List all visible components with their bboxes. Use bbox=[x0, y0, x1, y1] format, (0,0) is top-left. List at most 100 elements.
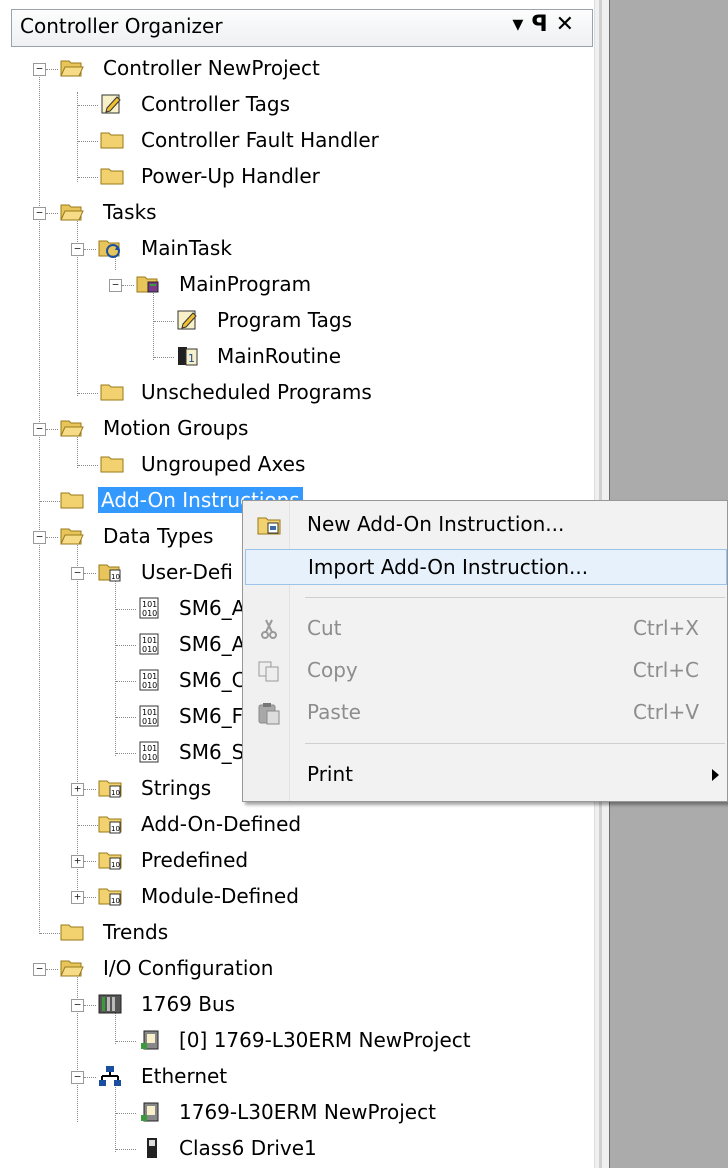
tree-item-strings[interactable]: Strings bbox=[138, 775, 214, 801]
folder-icon bbox=[100, 132, 124, 149]
folder-open-icon bbox=[60, 420, 84, 437]
tree-item-powerup-handler[interactable]: Power-Up Handler bbox=[138, 163, 323, 189]
datatype-folder-icon: 10 bbox=[98, 780, 122, 798]
paste-icon bbox=[258, 703, 280, 725]
program-icon bbox=[136, 276, 159, 293]
collapse-toggle[interactable]: − bbox=[33, 423, 46, 436]
scissors-icon bbox=[261, 619, 277, 639]
menu-item-print[interactable]: Print bbox=[245, 757, 727, 793]
svg-text:10: 10 bbox=[111, 897, 120, 905]
collapse-toggle[interactable]: − bbox=[33, 963, 46, 976]
folder-icon bbox=[100, 168, 124, 185]
menu-item-shortcut: Ctrl+V bbox=[632, 700, 699, 724]
tree-item-data-types[interactable]: Data Types bbox=[100, 523, 216, 549]
menu-item-shortcut: Ctrl+X bbox=[632, 616, 699, 640]
menu-separator bbox=[305, 743, 725, 744]
svg-text:010: 010 bbox=[142, 645, 157, 654]
routine-icon: 1 bbox=[178, 347, 198, 366]
datatype-icon: 101010 bbox=[139, 741, 159, 763]
tree-item-add-on-defined[interactable]: Add-On-Defined bbox=[138, 811, 304, 837]
collapse-toggle[interactable]: − bbox=[71, 999, 84, 1012]
collapse-toggle[interactable]: − bbox=[71, 1071, 84, 1084]
datatype-folder-icon: 10 bbox=[98, 852, 122, 870]
collapse-toggle[interactable]: − bbox=[33, 63, 46, 76]
tree-item-local-controller[interactable]: [0] 1769-L30ERM NewProject bbox=[176, 1027, 474, 1053]
new-aoi-icon bbox=[257, 517, 281, 535]
svg-text:010: 010 bbox=[142, 753, 157, 762]
tree-item-sm6[interactable]: SM6_A bbox=[176, 595, 248, 621]
menu-item-cut[interactable]: Cut Ctrl+X bbox=[245, 611, 727, 647]
tree-item-trends[interactable]: Trends bbox=[100, 919, 171, 945]
tree-item-class6-drive[interactable]: Class6 Drive1 bbox=[176, 1135, 320, 1161]
menu-item-paste[interactable]: Paste Ctrl+V bbox=[245, 695, 727, 731]
tree-item-controller-tags[interactable]: Controller Tags bbox=[138, 91, 293, 117]
chevron-down-icon[interactable]: ▾ bbox=[512, 12, 531, 37]
tree-item-module-defined[interactable]: Module-Defined bbox=[138, 883, 302, 909]
task-icon bbox=[98, 240, 120, 258]
svg-text:010: 010 bbox=[142, 717, 157, 726]
tree-item-user-defined[interactable]: User-Defi bbox=[138, 559, 236, 585]
tree-item-fault-handler[interactable]: Controller Fault Handler bbox=[138, 127, 382, 153]
folder-icon bbox=[60, 924, 84, 941]
menu-separator bbox=[305, 597, 725, 598]
drive-icon bbox=[147, 1138, 157, 1158]
menu-item-import-aoi[interactable]: Import Add-On Instruction... bbox=[245, 549, 727, 585]
menu-item-new-aoi[interactable]: New Add-On Instruction... bbox=[245, 507, 727, 543]
collapse-toggle[interactable]: − bbox=[33, 531, 46, 544]
menu-item-label: Print bbox=[307, 762, 354, 786]
collapse-toggle[interactable]: − bbox=[33, 207, 46, 220]
datatype-folder-icon: 10 bbox=[98, 564, 121, 582]
tree-item-sm6[interactable]: SM6_A bbox=[176, 631, 248, 657]
svg-text:101: 101 bbox=[142, 672, 157, 681]
tree-item-ungrouped-axes[interactable]: Ungrouped Axes bbox=[138, 451, 308, 477]
tree-item-sm6[interactable]: SM6_C bbox=[176, 667, 249, 693]
bus-icon bbox=[98, 994, 122, 1014]
svg-text:010: 010 bbox=[142, 609, 157, 618]
folder-icon bbox=[100, 384, 124, 401]
menu-item-label: Import Add-On Instruction... bbox=[308, 555, 589, 579]
tree-item-program-tags[interactable]: Program Tags bbox=[214, 307, 355, 333]
expand-toggle[interactable]: + bbox=[71, 783, 84, 796]
close-icon[interactable]: ✕ bbox=[556, 12, 582, 37]
panel-title-bar: Controller Organizer ▾ꟼ✕ bbox=[0, 0, 594, 50]
svg-text:10: 10 bbox=[111, 789, 120, 797]
tags-icon bbox=[101, 94, 121, 114]
tags-icon bbox=[177, 310, 197, 330]
tree-item-1769-bus[interactable]: 1769 Bus bbox=[138, 991, 238, 1017]
datatype-icon: 101010 bbox=[139, 597, 159, 619]
collapse-toggle[interactable]: − bbox=[71, 567, 84, 580]
tree-item-tasks[interactable]: Tasks bbox=[100, 199, 160, 225]
folder-open-icon bbox=[60, 528, 84, 545]
tree-item-ethernet[interactable]: Ethernet bbox=[138, 1063, 230, 1089]
tree-item-unscheduled[interactable]: Unscheduled Programs bbox=[138, 379, 375, 405]
svg-text:10: 10 bbox=[111, 573, 120, 581]
tree-item-controller[interactable]: Controller NewProject bbox=[100, 55, 323, 81]
expand-toggle[interactable]: + bbox=[71, 855, 84, 868]
datatype-icon: 101010 bbox=[139, 705, 159, 727]
menu-item-copy[interactable]: Copy Ctrl+C bbox=[245, 653, 727, 689]
svg-text:10: 10 bbox=[111, 825, 120, 833]
datatype-folder-icon: 10 bbox=[98, 816, 122, 834]
submenu-arrow-icon bbox=[712, 769, 719, 781]
pin-icon[interactable]: ꟼ bbox=[531, 12, 555, 37]
tree-item-mainroutine[interactable]: MainRoutine bbox=[214, 343, 344, 369]
tree-item-io-configuration[interactable]: I/O Configuration bbox=[100, 955, 276, 981]
folder-open-icon bbox=[60, 60, 84, 77]
tree-item-sm6[interactable]: SM6_S bbox=[176, 739, 247, 765]
tree-item-sm6[interactable]: SM6_F bbox=[176, 703, 246, 729]
tree-item-predefined[interactable]: Predefined bbox=[138, 847, 251, 873]
tree-item-ethernet-controller[interactable]: 1769-L30ERM NewProject bbox=[176, 1099, 439, 1125]
svg-text:101: 101 bbox=[142, 600, 157, 609]
menu-item-label: New Add-On Instruction... bbox=[307, 512, 565, 536]
folder-open-icon bbox=[60, 960, 84, 977]
tree-item-mainprogram[interactable]: MainProgram bbox=[176, 271, 314, 297]
tree-item-motion-groups[interactable]: Motion Groups bbox=[100, 415, 251, 441]
tree-item-maintask[interactable]: MainTask bbox=[138, 235, 235, 261]
expand-toggle[interactable]: + bbox=[71, 891, 84, 904]
collapse-toggle[interactable]: − bbox=[71, 243, 84, 256]
datatype-icon: 101010 bbox=[139, 633, 159, 655]
collapse-toggle[interactable]: − bbox=[109, 279, 122, 292]
svg-text:1: 1 bbox=[188, 352, 195, 365]
folder-icon bbox=[100, 456, 124, 473]
network-icon bbox=[99, 1066, 121, 1086]
